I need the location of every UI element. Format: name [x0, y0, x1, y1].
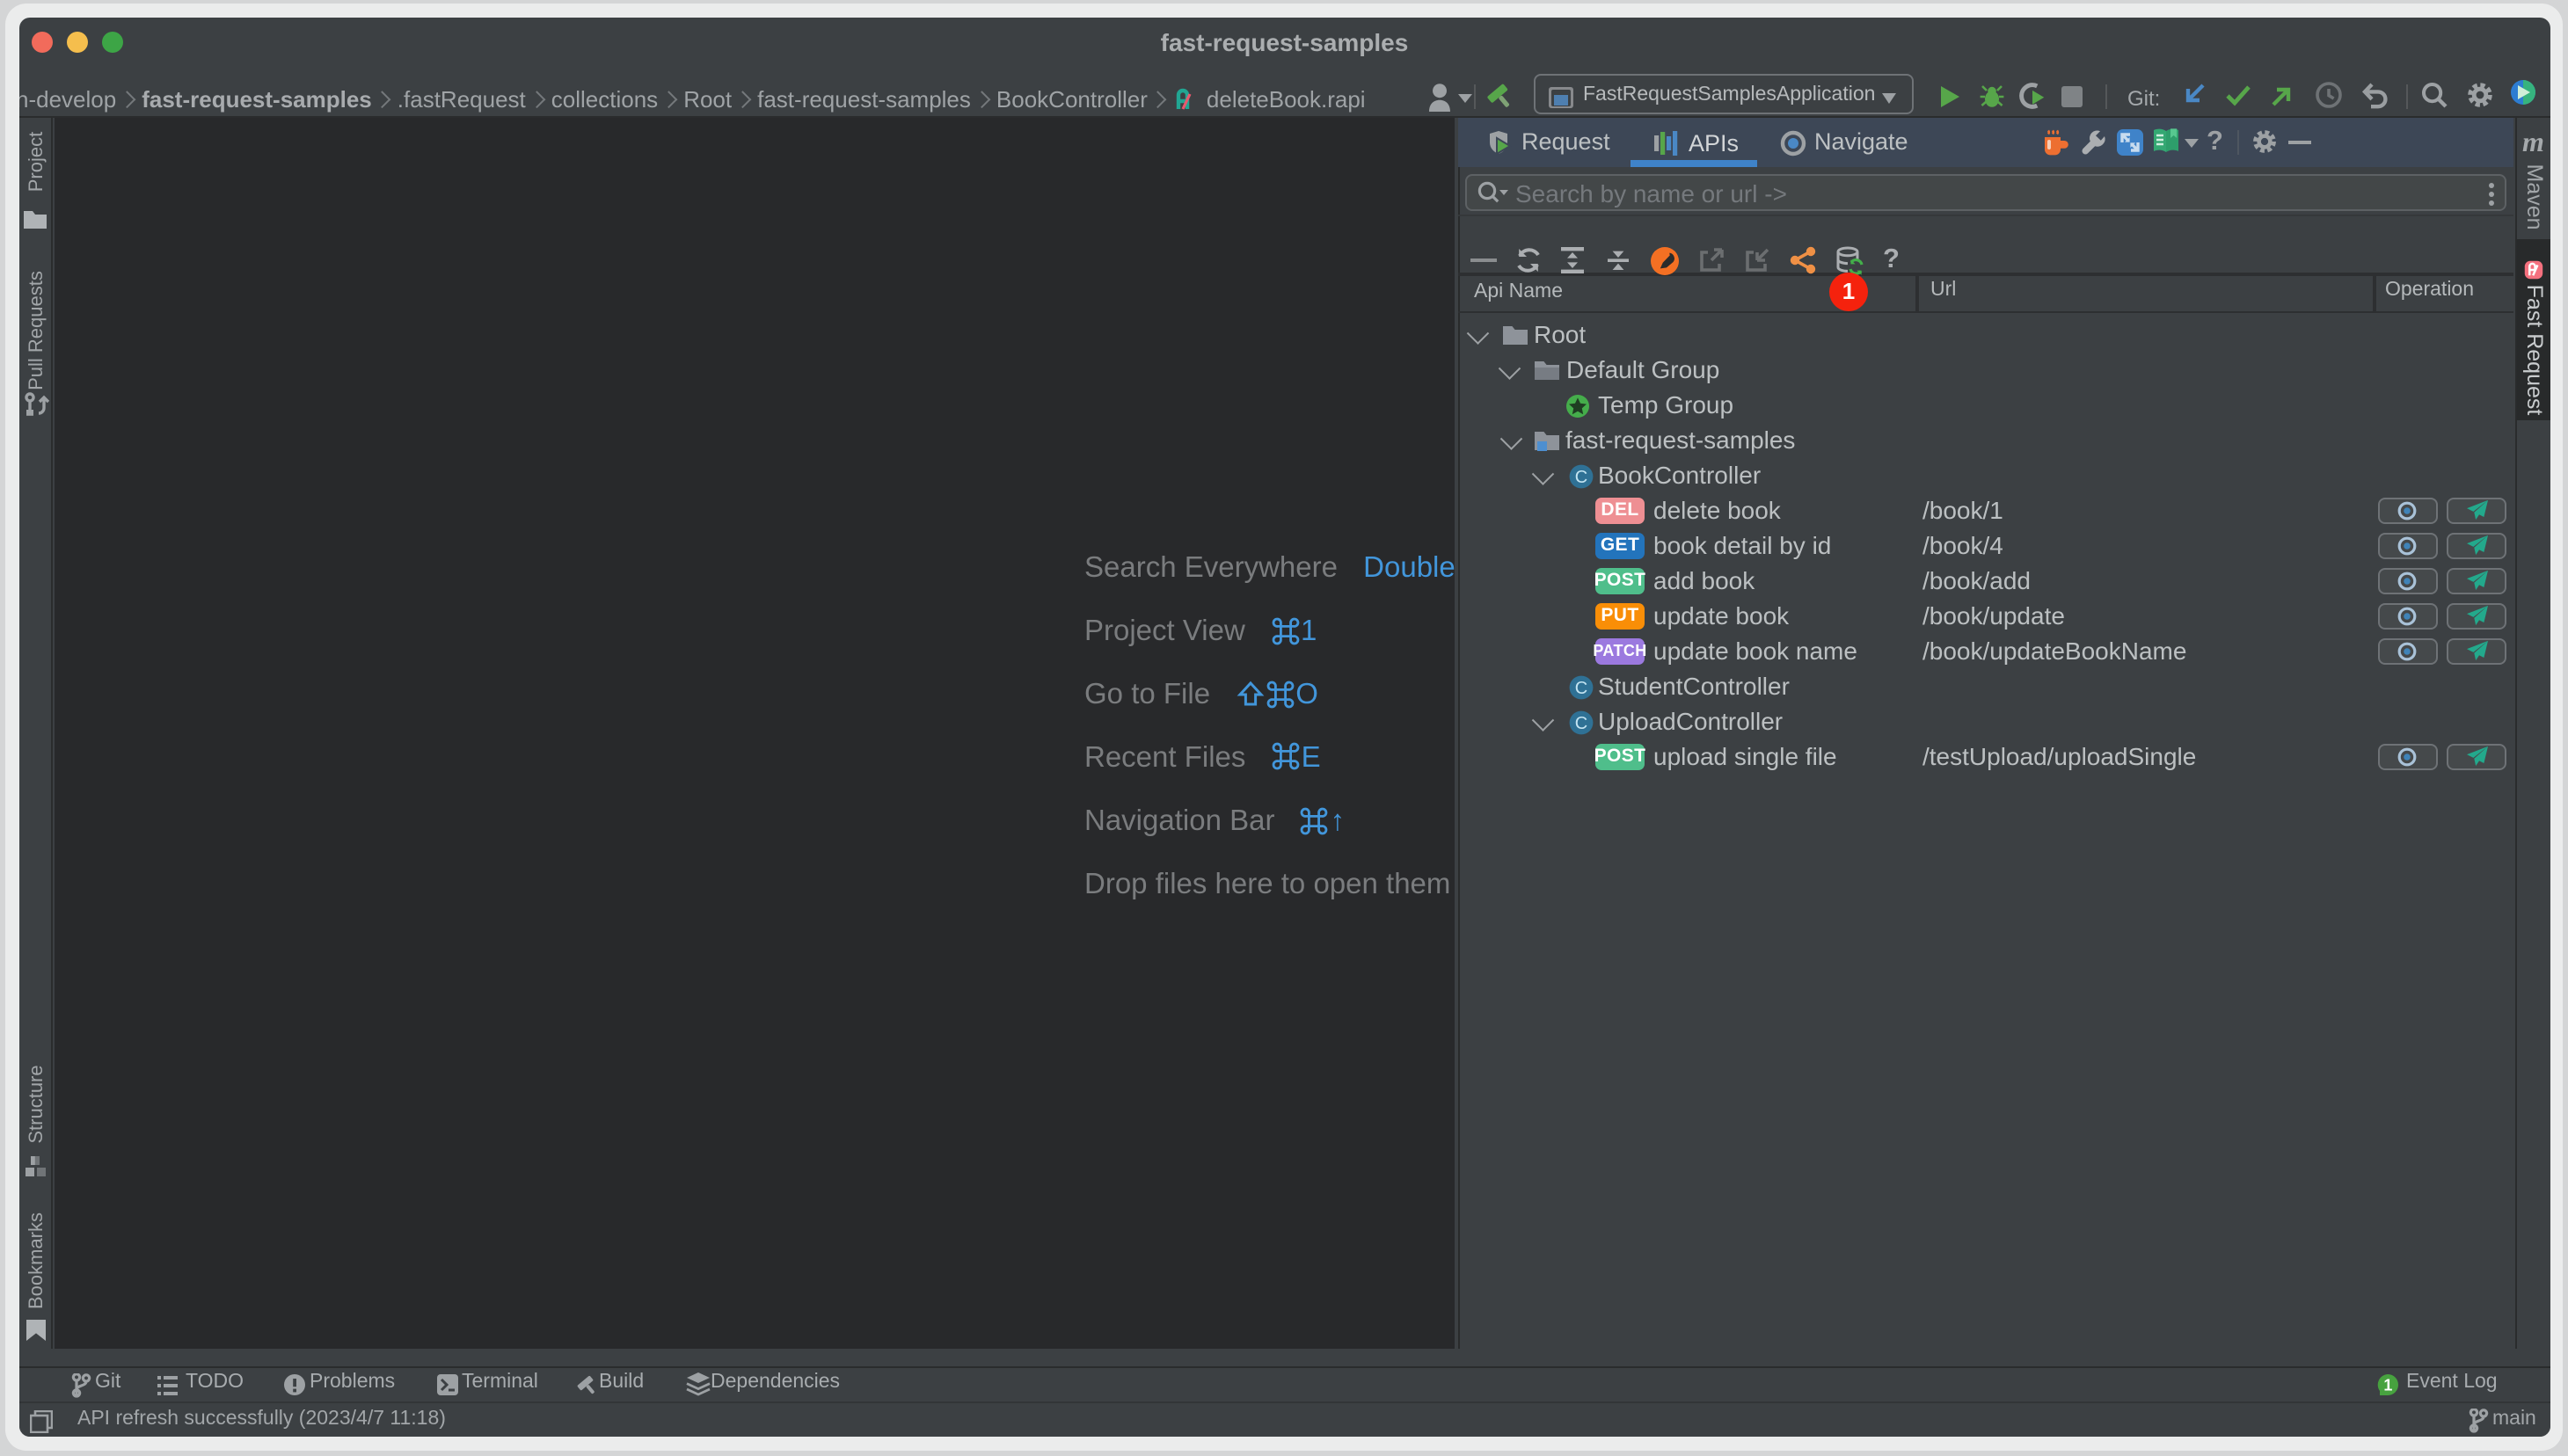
- svg-text:C: C: [1574, 679, 1587, 698]
- svg-text:C: C: [1574, 468, 1587, 487]
- svg-text:C: C: [1574, 714, 1587, 733]
- svg-text:1: 1: [2383, 1375, 2392, 1393]
